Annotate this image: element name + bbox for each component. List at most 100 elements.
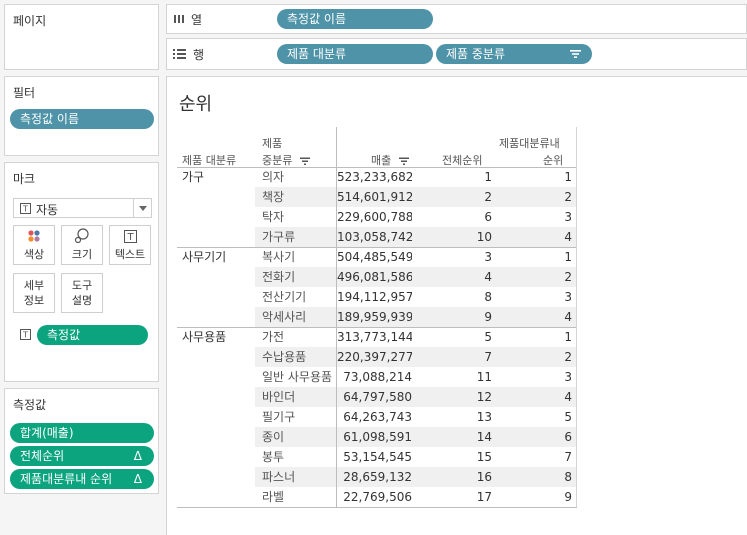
table-row[interactable]: 책장 514,601,912 2 2 (177, 187, 577, 207)
inner-rank-cell[interactable]: 1 (497, 167, 572, 187)
subcategory-cell[interactable]: 라벨 (262, 487, 338, 507)
table-row[interactable]: 종이 61,098,591 14 6 (177, 427, 577, 447)
overall-rank-cell[interactable]: 14 (417, 427, 492, 447)
inner-rank-cell[interactable]: 4 (497, 307, 572, 327)
table-row[interactable]: 탁자 229,600,788 6 3 (177, 207, 577, 227)
subcategory-cell[interactable]: 탁자 (262, 207, 338, 227)
subcategory-cell[interactable]: 수납용품 (262, 347, 338, 367)
inner-rank-cell[interactable]: 7 (497, 447, 572, 467)
rows-pill-category[interactable]: 제품 대분류 (277, 44, 433, 64)
sort-icon[interactable] (398, 157, 410, 166)
table-row[interactable]: 봉투 53,154,545 15 7 (177, 447, 577, 467)
overall-rank-cell[interactable]: 3 (417, 247, 492, 267)
rows-pill-subcategory[interactable]: 제품 중분류 (436, 44, 592, 64)
subcategory-cell[interactable]: 가구류 (262, 227, 338, 247)
table-row[interactable]: 바인더 64,797,580 12 4 (177, 387, 577, 407)
text-button[interactable]: T 텍스트 (109, 225, 151, 265)
table-row[interactable]: 복사기 504,485,549 3 1 (177, 247, 577, 267)
header-subcategory[interactable]: 중분류 (262, 152, 311, 168)
subcategory-cell[interactable]: 필기구 (262, 407, 338, 427)
sort-icon[interactable] (299, 157, 311, 166)
columns-pill-measure-names[interactable]: 측정값 이름 (277, 9, 433, 29)
sales-cell[interactable]: 64,263,743 (337, 407, 412, 427)
table-row[interactable]: 전화기 496,081,586 4 2 (177, 267, 577, 287)
inner-rank-cell[interactable]: 3 (497, 287, 572, 307)
overall-rank-cell[interactable]: 2 (417, 187, 492, 207)
inner-rank-cell[interactable]: 4 (497, 387, 572, 407)
table-row[interactable]: 라벨 22,769,506 17 9 (177, 487, 577, 507)
inner-rank-cell[interactable]: 9 (497, 487, 572, 507)
tooltip-button[interactable]: 도구 설명 (61, 273, 103, 313)
overall-rank-cell[interactable]: 5 (417, 327, 492, 347)
table-row[interactable]: 가구류 103,058,742 10 4 (177, 227, 577, 247)
pages-panel[interactable]: 페이지 (4, 4, 159, 70)
overall-rank-cell[interactable]: 15 (417, 447, 492, 467)
subcategory-cell[interactable]: 악세사리 (262, 307, 338, 327)
color-button[interactable]: 색상 (13, 225, 55, 265)
subcategory-cell[interactable]: 종이 (262, 427, 338, 447)
subcategory-cell[interactable]: 봉투 (262, 447, 338, 467)
columns-shelf[interactable]: 열 측정값 이름 (166, 4, 747, 34)
sales-cell[interactable]: 504,485,549 (337, 247, 412, 267)
sales-cell[interactable]: 73,088,214 (337, 367, 412, 387)
filters-panel[interactable]: 필터 측정값 이름 (4, 76, 159, 156)
inner-rank-cell[interactable]: 3 (497, 367, 572, 387)
inner-rank-cell[interactable]: 6 (497, 427, 572, 447)
subcategory-cell[interactable]: 책장 (262, 187, 338, 207)
marks-panel[interactable]: 마크 T 자동 색상 크기 T 텍스트 세부 정보 도구 설명 T 측정값 (4, 162, 159, 382)
subcategory-cell[interactable]: 바인더 (262, 387, 338, 407)
sales-cell[interactable]: 220,397,277 (337, 347, 412, 367)
table-row[interactable]: 전산기기 194,112,957 8 3 (177, 287, 577, 307)
header-sales[interactable]: 매출 (371, 152, 410, 168)
inner-rank-cell[interactable]: 1 (497, 327, 572, 347)
overall-rank-cell[interactable]: 16 (417, 467, 492, 487)
table-row[interactable]: 가전 313,773,144 5 1 (177, 327, 577, 347)
overall-rank-cell[interactable]: 1 (417, 167, 492, 187)
table-row[interactable]: 악세사리 189,959,939 9 4 (177, 307, 577, 327)
filter-pill-measure-names[interactable]: 측정값 이름 (10, 109, 154, 129)
sales-cell[interactable]: 194,112,957 (337, 287, 412, 307)
overall-rank-cell[interactable]: 7 (417, 347, 492, 367)
sales-cell[interactable]: 61,098,591 (337, 427, 412, 447)
overall-rank-cell[interactable]: 17 (417, 487, 492, 507)
subcategory-cell[interactable]: 전화기 (262, 267, 338, 287)
subcategory-cell[interactable]: 일반 사무용품 (262, 367, 338, 387)
sales-cell[interactable]: 53,154,545 (337, 447, 412, 467)
subcategory-cell[interactable]: 복사기 (262, 247, 338, 267)
sales-cell[interactable]: 229,600,788 (337, 207, 412, 227)
overall-rank-cell[interactable]: 9 (417, 307, 492, 327)
marks-pill-measure-values[interactable]: 측정값 (37, 325, 148, 345)
overall-rank-cell[interactable]: 8 (417, 287, 492, 307)
sales-cell[interactable]: 313,773,144 (337, 327, 412, 347)
header-inner-rank-line2[interactable]: 순위 (543, 152, 563, 168)
measure-pill-sales-sum[interactable]: 합계(매출) (10, 423, 154, 443)
sales-cell[interactable]: 496,081,586 (337, 267, 412, 287)
overall-rank-cell[interactable]: 11 (417, 367, 492, 387)
inner-rank-cell[interactable]: 4 (497, 227, 572, 247)
viz-area[interactable]: 순위 제품 대분류 제품 중분류 매출 전체순위 제품대분류내 순위 가구 의자 5… (166, 76, 747, 535)
overall-rank-cell[interactable]: 6 (417, 207, 492, 227)
table-row[interactable]: 의자 523,233,682 1 1 (177, 167, 577, 187)
measure-pill-overall-rank[interactable]: 전체순위 Δ (10, 446, 154, 466)
measure-values-panel[interactable]: 측정값 합계(매출) 전체순위 Δ 제품대분류내 순위 Δ (4, 388, 159, 494)
sales-cell[interactable]: 64,797,580 (337, 387, 412, 407)
inner-rank-cell[interactable]: 1 (497, 247, 572, 267)
table-row[interactable]: 수납용품 220,397,277 7 2 (177, 347, 577, 367)
inner-rank-cell[interactable]: 5 (497, 407, 572, 427)
inner-rank-cell[interactable]: 2 (497, 267, 572, 287)
header-category[interactable]: 제품 대분류 (182, 152, 236, 168)
inner-rank-cell[interactable]: 3 (497, 207, 572, 227)
inner-rank-cell[interactable]: 2 (497, 187, 572, 207)
measure-pill-inner-rank[interactable]: 제품대분류내 순위 Δ (10, 469, 154, 489)
sales-cell[interactable]: 189,959,939 (337, 307, 412, 327)
overall-rank-cell[interactable]: 4 (417, 267, 492, 287)
sales-cell[interactable]: 22,769,506 (337, 487, 412, 507)
table-row[interactable]: 필기구 64,263,743 13 5 (177, 407, 577, 427)
mark-type-select[interactable]: T 자동 (13, 198, 152, 218)
inner-rank-cell[interactable]: 2 (497, 347, 572, 367)
overall-rank-cell[interactable]: 10 (417, 227, 492, 247)
overall-rank-cell[interactable]: 13 (417, 407, 492, 427)
table-row[interactable]: 파스너 28,659,132 16 8 (177, 467, 577, 487)
header-overall-rank[interactable]: 전체순위 (442, 152, 482, 168)
sales-cell[interactable]: 523,233,682 (337, 167, 412, 187)
